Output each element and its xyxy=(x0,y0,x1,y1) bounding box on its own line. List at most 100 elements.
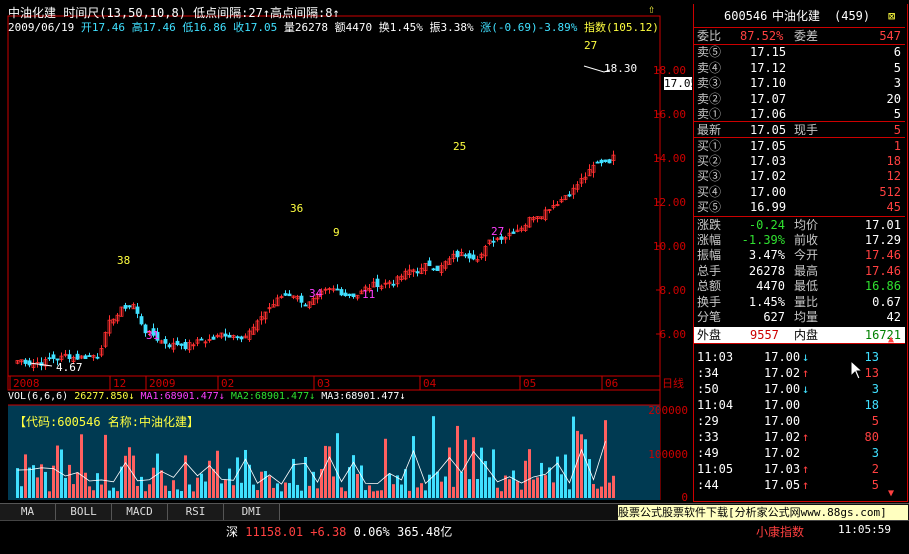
volume-bar xyxy=(344,491,347,498)
tab-rsi[interactable]: RSI xyxy=(168,504,224,520)
bar-low: 低16.86 xyxy=(182,21,227,34)
stock-code: 600546 xyxy=(724,9,768,23)
volume-bar xyxy=(300,490,303,498)
volume-bar xyxy=(240,482,243,498)
volume-bar xyxy=(204,481,207,498)
candle-body xyxy=(55,358,60,361)
bar-date: 2009/06/19 xyxy=(8,21,75,34)
volume-bar xyxy=(164,485,167,498)
candle-body xyxy=(163,339,168,344)
volume-bar xyxy=(596,488,599,498)
volume-bar xyxy=(264,471,267,498)
volume-bar xyxy=(280,491,283,498)
volume-bar xyxy=(116,491,119,498)
candle-body xyxy=(391,283,396,286)
chart-annotation: 34 xyxy=(309,287,323,300)
candle-body xyxy=(607,159,612,164)
candle-body xyxy=(287,293,292,297)
candle-body xyxy=(511,231,516,234)
volume-bar xyxy=(224,479,227,498)
volume-bar xyxy=(368,485,371,498)
candle-body xyxy=(595,161,600,164)
chart-annotation: 27 xyxy=(491,225,504,238)
collapse-icon[interactable]: ⊠ xyxy=(888,6,895,26)
volume-bar xyxy=(476,478,479,498)
period-label[interactable]: 日线 xyxy=(662,376,684,390)
current-price-tag: 17.05 xyxy=(664,77,698,90)
stat-row: 换手 1.45% 量比 0.67 xyxy=(697,294,901,309)
volume-bar xyxy=(184,455,187,498)
candle-body xyxy=(303,304,308,307)
volume-bar xyxy=(144,491,147,498)
last-price-row: 最新 17.05 现手 5 xyxy=(694,121,905,138)
volume-bar xyxy=(72,484,75,498)
bar-change: 涨(-0.69)-3.89% xyxy=(480,21,578,34)
sell-level-row: 卖⑤ 17.15 6 xyxy=(697,45,901,59)
scroll-up-icon[interactable]: ⇧ xyxy=(648,2,655,16)
price-tick: 16.00 xyxy=(653,108,686,121)
volume-bar xyxy=(572,416,575,498)
volume-bar xyxy=(48,491,51,498)
chart-annotation: 38 xyxy=(117,254,130,267)
tab-macd[interactable]: MACD xyxy=(112,504,168,520)
volume-bar xyxy=(148,484,151,498)
sell-level-row: 卖① 17.06 5 xyxy=(697,107,901,121)
kline-chart-area[interactable]: 18.00 16.00 14.00 12.00 10.00 8.00 6.00 27 18.3… xyxy=(0,0,698,504)
candle-body xyxy=(567,194,572,197)
volume-bar xyxy=(348,467,351,498)
volume-tick: 0 xyxy=(681,491,688,503)
date-tick: 06 xyxy=(605,377,618,390)
chart-annotation: 18.30 xyxy=(604,62,637,75)
volume-bar xyxy=(372,491,375,498)
volume-bar xyxy=(188,484,191,498)
candle-body xyxy=(347,293,352,296)
bar-turnover: 换1.45% xyxy=(378,21,423,34)
candle-body xyxy=(463,254,468,257)
tab-ma[interactable]: MA xyxy=(0,504,56,520)
tick-row: 11:04 17.00 18 xyxy=(697,398,879,412)
volume-bar xyxy=(160,470,163,498)
volume-bar xyxy=(416,487,419,498)
bar-amount: 额4470 xyxy=(334,21,373,34)
candle-body xyxy=(375,278,380,288)
volume-bar xyxy=(136,485,139,498)
volume-bar xyxy=(396,475,399,498)
volume-bar xyxy=(460,472,463,498)
candle-body xyxy=(87,355,92,357)
volume-bar xyxy=(284,482,287,498)
market-index-pct: 0.06% xyxy=(353,525,390,539)
candle-body xyxy=(127,305,132,308)
date-tick: 2008 xyxy=(13,377,40,390)
volume-bar xyxy=(552,482,555,498)
volume-bar xyxy=(96,473,99,498)
clock: 11:05:59 xyxy=(838,523,891,536)
volume-bar xyxy=(64,477,67,498)
tab-boll[interactable]: BOLL xyxy=(56,504,112,520)
chart-annotation: 27 xyxy=(584,39,597,52)
tick-row: :50 17.00 ↓ 3 xyxy=(697,382,879,396)
stat-row: 涨跌 -0.24 均价 17.01 xyxy=(694,216,905,233)
tab-dmi[interactable]: DMI xyxy=(224,504,280,520)
volume-bar xyxy=(32,465,35,498)
chart-header-line2: 2009/06/19 开17.46 高17.46 低16.86 收17.05 量… xyxy=(8,19,659,35)
volume-bar xyxy=(236,457,239,498)
stat-row: 总手 26278 最高 17.46 xyxy=(697,263,901,278)
volume-bar xyxy=(536,477,539,498)
volume-bar xyxy=(496,487,499,498)
market-label: 深 xyxy=(226,525,239,539)
volume-bar xyxy=(336,433,339,498)
candle-body xyxy=(47,357,52,360)
sell-level-row: 卖③ 17.10 3 xyxy=(697,76,901,90)
volume-bar xyxy=(268,476,271,498)
banner-ad[interactable]: 股票公式股票软件下载[分析家公式网www.88gs.com] xyxy=(618,505,908,520)
volume-bar xyxy=(332,476,335,498)
volume-bar xyxy=(420,483,423,498)
bar-close: 收17.05 xyxy=(233,21,278,34)
volume-bar xyxy=(468,479,471,498)
tick-row: :33 17.02 ↑ 80 xyxy=(697,430,879,444)
volume-bar xyxy=(152,467,155,498)
scroll-up-arrow-icon[interactable]: ▲ xyxy=(888,334,894,345)
volume-bar xyxy=(84,472,87,498)
chart-annotation: 25 xyxy=(453,140,466,153)
volume-bar xyxy=(456,425,459,498)
